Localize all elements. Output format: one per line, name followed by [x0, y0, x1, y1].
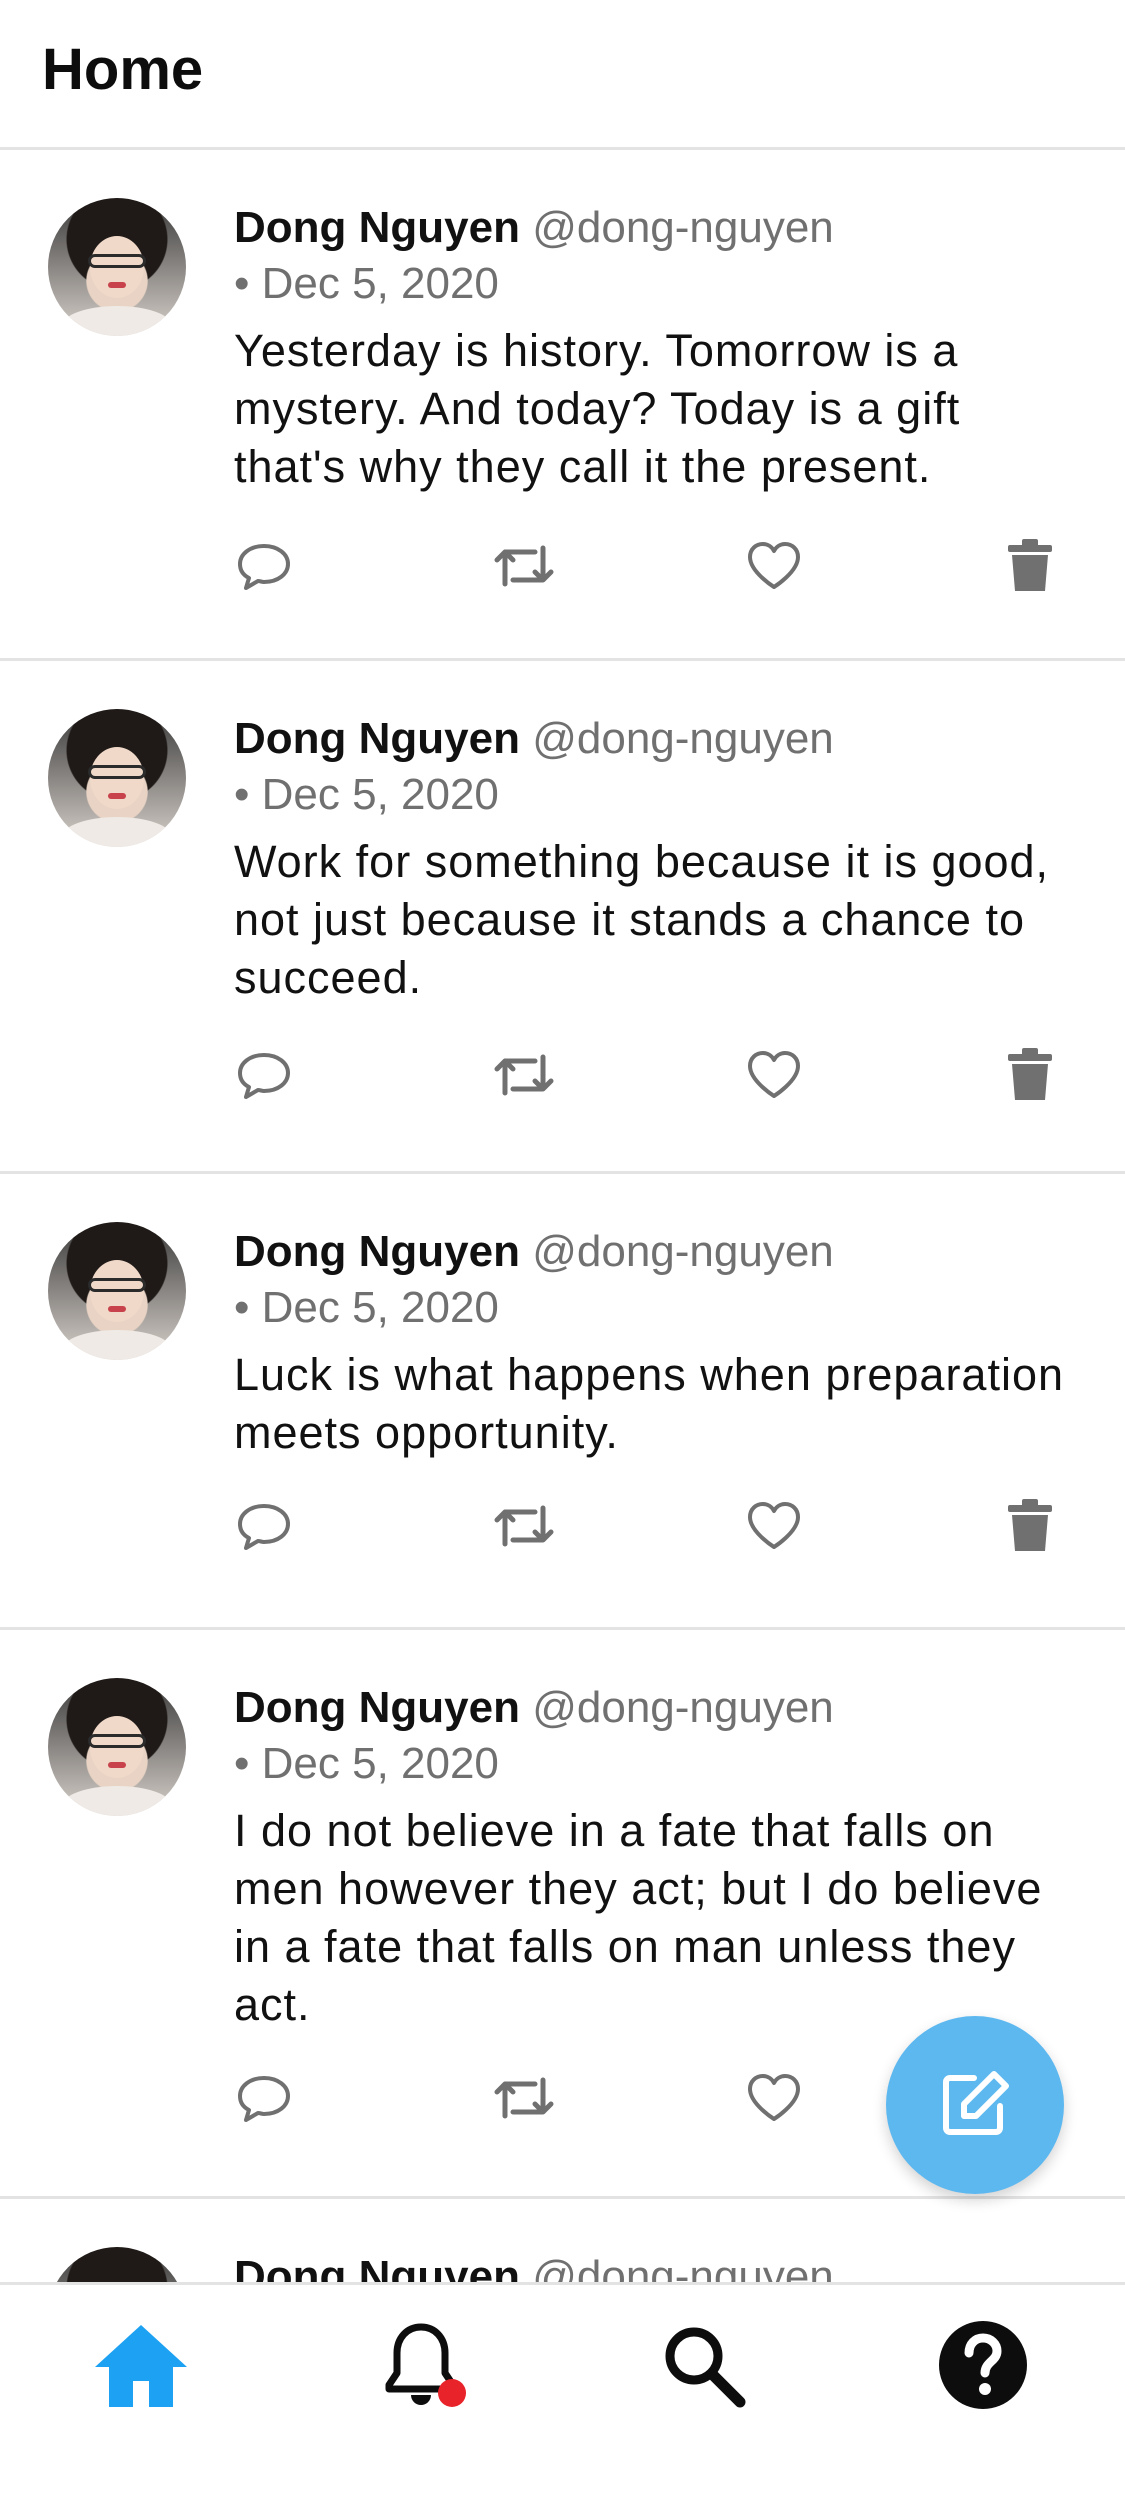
- tweet-date: • Dec 5, 2020: [234, 1739, 499, 1788]
- reply-button[interactable]: [234, 2068, 294, 2128]
- retweet-button[interactable]: [484, 1496, 564, 1556]
- retweet-icon: [494, 545, 554, 587]
- tweet-body: Dong Nguyen @dong-nguyen • Dec 5, 2020 Y…: [234, 200, 1084, 496]
- like-button[interactable]: [744, 1496, 804, 1556]
- tweet-actions: [234, 536, 1074, 596]
- avatar[interactable]: [48, 198, 186, 336]
- tweet-body: Dong Nguyen @dong-nguyen • Dec 5, 2020 I…: [234, 1680, 1084, 2034]
- tweet-body: Dong Nguyen @dong-nguyen • Dec 5, 2020 W…: [234, 711, 1084, 1007]
- home-icon: [95, 2325, 187, 2407]
- author-name[interactable]: Dong Nguyen: [234, 1683, 520, 1732]
- author-handle[interactable]: @dong-nguyen: [532, 203, 834, 252]
- retweet-icon: [494, 2077, 554, 2119]
- tweet-date: • Dec 5, 2020: [234, 1283, 499, 1332]
- delete-icon: [1008, 1499, 1052, 1551]
- like-button[interactable]: [744, 1045, 804, 1105]
- avatar[interactable]: [48, 1222, 186, 1360]
- delete-icon: [1008, 539, 1052, 591]
- reply-icon: [238, 544, 290, 590]
- tweet-meta: Dong Nguyen @dong-nguyen • Dec 5, 2020: [234, 1224, 1084, 1336]
- reply-icon: [238, 1053, 290, 1099]
- tweet-text: Luck is what happens when preparation me…: [234, 1349, 1065, 1458]
- tweet-body: Dong Nguyen @dong-nguyen • Dec 5, 2020 L…: [234, 1224, 1084, 1462]
- page-title: Home: [42, 37, 204, 102]
- author-handle[interactable]: @dong-nguyen: [532, 1227, 834, 1276]
- nav-notifications[interactable]: [366, 2315, 476, 2415]
- reply-button[interactable]: [234, 1045, 294, 1105]
- top-app-bar: Home: [0, 0, 1125, 150]
- retweet-button[interactable]: [484, 2068, 564, 2128]
- tweet-actions: [234, 1045, 1074, 1105]
- tweet-text: I do not believe in a fate that falls on…: [234, 1805, 1043, 2030]
- delete-icon: [1008, 1048, 1052, 1100]
- compose-icon: [943, 2071, 1009, 2135]
- tweet-card[interactable]: Dong Nguyen @dong-nguyen • Dec 5, 2020 Y…: [0, 150, 1125, 661]
- tweet-text: Work for something because it is good, n…: [234, 836, 1050, 1003]
- delete-button[interactable]: [1000, 1045, 1060, 1105]
- avatar[interactable]: [48, 1678, 186, 1816]
- bottom-navigation: [0, 2282, 1125, 2436]
- author-name[interactable]: Dong Nguyen: [234, 1227, 520, 1276]
- retweet-button[interactable]: [484, 1045, 564, 1105]
- tweet-meta: Dong Nguyen @dong-nguyen • Dec 5, 2020: [234, 711, 1084, 823]
- nav-home[interactable]: [86, 2315, 196, 2415]
- like-icon: [748, 2074, 800, 2121]
- like-button[interactable]: [744, 536, 804, 596]
- reply-button[interactable]: [234, 1496, 294, 1556]
- author-handle[interactable]: @dong-nguyen: [532, 714, 834, 763]
- like-icon: [748, 542, 800, 589]
- nav-search[interactable]: [648, 2315, 758, 2415]
- author-name[interactable]: Dong Nguyen: [234, 203, 520, 252]
- reply-icon: [238, 1504, 290, 1550]
- author-name[interactable]: Dong Nguyen: [234, 714, 520, 763]
- tweet-meta: Dong Nguyen @dong-nguyen • Dec 5, 2020: [234, 1680, 1084, 1792]
- like-button[interactable]: [744, 2068, 804, 2128]
- tweet-meta: Dong Nguyen @dong-nguyen • Dec 5, 2020: [234, 200, 1084, 312]
- tweet-date: • Dec 5, 2020: [234, 259, 499, 308]
- author-handle[interactable]: @dong-nguyen: [532, 1683, 834, 1732]
- tweet-card[interactable]: Dong Nguyen @dong-nguyen • Dec 5, 2020 L…: [0, 1174, 1125, 1630]
- tweet-text: Yesterday is history. Tomorrow is a myst…: [234, 325, 961, 492]
- nav-help[interactable]: [928, 2315, 1038, 2415]
- retweet-icon: [494, 1054, 554, 1096]
- retweet-button[interactable]: [484, 536, 564, 596]
- like-icon: [748, 1051, 800, 1098]
- search-icon: [665, 2327, 746, 2408]
- delete-button[interactable]: [1000, 536, 1060, 596]
- notification-badge: [438, 2379, 466, 2407]
- avatar[interactable]: [48, 709, 186, 847]
- delete-button[interactable]: [1000, 1496, 1060, 1556]
- reply-icon: [238, 2076, 290, 2122]
- tweet-actions: [234, 1496, 1074, 1556]
- retweet-icon: [494, 1505, 554, 1547]
- compose-button[interactable]: [886, 2016, 1064, 2194]
- help-icon: [939, 2321, 1027, 2409]
- tweet-date: • Dec 5, 2020: [234, 770, 499, 819]
- like-icon: [748, 1502, 800, 1549]
- reply-button[interactable]: [234, 536, 294, 596]
- tweet-card[interactable]: Dong Nguyen @dong-nguyen • Dec 5, 2020 W…: [0, 661, 1125, 1174]
